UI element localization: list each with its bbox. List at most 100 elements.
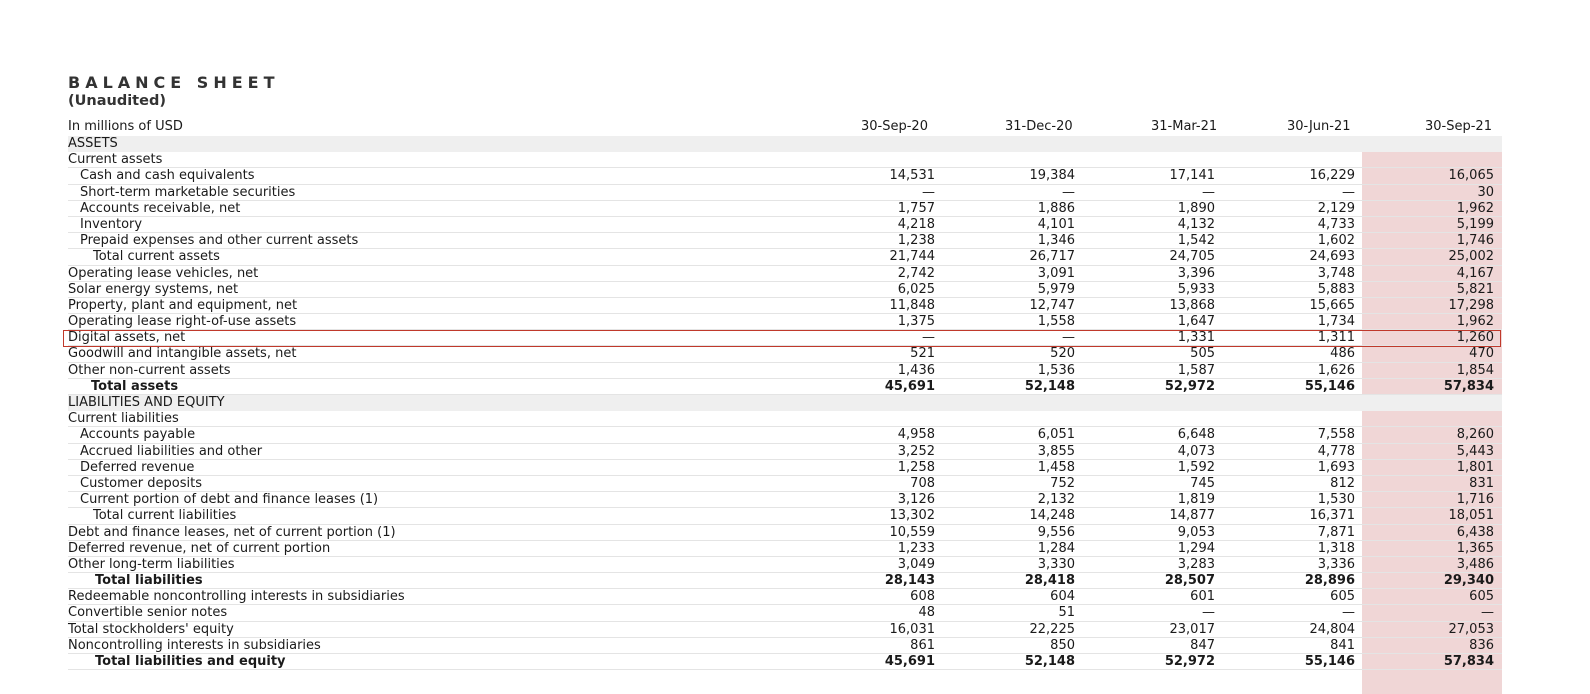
cell-value: 5,979 bbox=[1037, 281, 1075, 297]
table-row: Solar energy systems, net 6,025 5,979 5,933… bbox=[68, 282, 1502, 298]
balance-sheet-table: In millions of USD 30-Sep-20 31-Dec-20 3… bbox=[68, 119, 1502, 671]
cell-value: 21,744 bbox=[889, 249, 936, 265]
row-label: Other non-current assets bbox=[68, 362, 231, 378]
cell-value: 1,436 bbox=[897, 362, 935, 378]
cell-value: 4,073 bbox=[1177, 443, 1215, 459]
cell-value: 28,896 bbox=[1304, 573, 1355, 589]
row-label: Customer deposits bbox=[80, 475, 202, 491]
unit-label: In millions of USD bbox=[68, 119, 183, 134]
cell-value: 3,091 bbox=[1037, 265, 1075, 281]
table-row: Current portion of debt and finance leas… bbox=[68, 492, 1502, 509]
row-label: Current assets bbox=[68, 152, 163, 168]
row-label: Cash and cash equivalents bbox=[80, 168, 255, 184]
cell-value: 14,248 bbox=[1029, 508, 1076, 524]
cell-value: 3,396 bbox=[1177, 265, 1215, 281]
table-row: Other long-term liabilities 3,049 3,330 3,2… bbox=[68, 556, 1502, 574]
cell-value: — bbox=[1481, 605, 1494, 621]
row-label: Debt and finance leases, net of current … bbox=[68, 524, 396, 540]
table-row: Deferred revenue 1,258 1,458 1,592 1,693 1,80… bbox=[68, 460, 1502, 476]
cell-value: 6,051 bbox=[1037, 427, 1075, 443]
row-label: Goodwill and intangible assets, net bbox=[68, 346, 297, 362]
cell-value: 1,284 bbox=[1037, 540, 1075, 556]
cell-value: 17,298 bbox=[1448, 297, 1495, 313]
table-row: Total stockholders' equity 16,031 22,225 23… bbox=[68, 622, 1502, 638]
cell-value: 601 bbox=[1190, 589, 1215, 605]
cell-value: 520 bbox=[1050, 346, 1075, 362]
table-row: Total assets 45,691 52,148 52,972 55,146 57,8… bbox=[68, 379, 1502, 395]
cell-value: 13,868 bbox=[1169, 297, 1216, 313]
cell-value: 6,438 bbox=[1456, 524, 1494, 540]
cell-value: 28,507 bbox=[1164, 573, 1215, 589]
cell-value: 5,443 bbox=[1456, 443, 1494, 459]
cell-value: 836 bbox=[1469, 637, 1494, 653]
cell-value: 3,049 bbox=[897, 556, 935, 572]
cell-value: 605 bbox=[1469, 589, 1494, 605]
cell-value: 7,871 bbox=[1317, 524, 1355, 540]
cell-value: 1,819 bbox=[1177, 492, 1215, 508]
cell-value: 605 bbox=[1330, 589, 1355, 605]
cell-value: 841 bbox=[1330, 637, 1355, 653]
row-label: Accrued liabilities and other bbox=[80, 443, 263, 459]
table-row: Property, plant and equipment, net 11,848… bbox=[68, 297, 1502, 315]
cell-value: 6,648 bbox=[1177, 427, 1215, 443]
row-label: Short-term marketable securities bbox=[80, 184, 296, 200]
cell-value: 4,218 bbox=[897, 216, 935, 232]
row-label: Deferred revenue bbox=[80, 459, 195, 475]
cell-value: 1,962 bbox=[1456, 314, 1494, 330]
table-row: Total liabilities and equity 45,691 52,148… bbox=[68, 654, 1502, 671]
row-label: Inventory bbox=[80, 216, 143, 232]
cell-value: 57,834 bbox=[1443, 378, 1494, 394]
table-row: Convertible senior notes 48 51 — — — bbox=[68, 605, 1502, 622]
cell-value: 861 bbox=[910, 637, 935, 653]
row-label: Operating lease right-of-use assets bbox=[68, 314, 297, 330]
cell-value: 45,691 bbox=[884, 378, 935, 394]
cell-value: 48 bbox=[918, 605, 935, 621]
cell-value: 708 bbox=[910, 475, 935, 491]
cell-value: 505 bbox=[1190, 346, 1215, 362]
cell-value: 1,238 bbox=[897, 233, 935, 249]
cell-value: — bbox=[1342, 605, 1355, 621]
row-label: Total assets bbox=[91, 378, 179, 394]
cell-value: 26,717 bbox=[1029, 249, 1076, 265]
row-label: Accounts receivable, net bbox=[80, 200, 241, 216]
cell-value: 4,132 bbox=[1177, 216, 1215, 232]
cell-value: 1,530 bbox=[1317, 492, 1355, 508]
cell-value: 16,371 bbox=[1309, 508, 1356, 524]
cell-value: 9,556 bbox=[1037, 524, 1075, 540]
cell-value: 1,801 bbox=[1456, 459, 1494, 475]
cell-value: 1,542 bbox=[1177, 233, 1215, 249]
row-label: Prepaid expenses and other current asset… bbox=[80, 233, 359, 249]
row-label: Deferred revenue, net of current portion bbox=[68, 540, 331, 556]
cell-value: 55,146 bbox=[1304, 654, 1355, 669]
cell-value: 604 bbox=[1050, 589, 1075, 605]
table-row: Other non-current assets 1,436 1,536 1,587 1… bbox=[68, 363, 1502, 379]
table-row: Operating lease right-of-use assets 1,375… bbox=[68, 314, 1502, 331]
cell-value: 24,693 bbox=[1309, 249, 1356, 265]
cell-value: 3,855 bbox=[1037, 443, 1075, 459]
cell-value: 16,031 bbox=[889, 621, 936, 637]
cell-value: 831 bbox=[1469, 475, 1494, 491]
cell-value: 24,705 bbox=[1169, 249, 1216, 265]
cell-value: 3,252 bbox=[897, 443, 935, 459]
cell-value: 1,558 bbox=[1037, 314, 1075, 330]
cell-value: 52,972 bbox=[1164, 654, 1215, 669]
cell-value: 28,143 bbox=[884, 573, 935, 589]
cell-value: 4,778 bbox=[1317, 443, 1355, 459]
cell-value: 15,665 bbox=[1309, 297, 1356, 313]
cell-value: 608 bbox=[910, 589, 935, 605]
cell-value: 1,647 bbox=[1177, 314, 1215, 330]
cell-value: 521 bbox=[910, 346, 935, 362]
column-header: 30-Jun-21 bbox=[1287, 119, 1351, 134]
row-label: LIABILITIES AND EQUITY bbox=[68, 395, 225, 410]
cell-value: 1,746 bbox=[1456, 233, 1494, 249]
cell-value: 9,053 bbox=[1177, 524, 1215, 540]
table-header: In millions of USD 30-Sep-20 31-Dec-20 3… bbox=[68, 119, 1502, 136]
cell-value: 1,886 bbox=[1037, 200, 1075, 216]
cell-value: 30 bbox=[1477, 184, 1494, 200]
cell-value: 2,742 bbox=[897, 265, 935, 281]
cell-value: 11,848 bbox=[889, 297, 936, 313]
cell-value: 2,129 bbox=[1317, 200, 1355, 216]
cell-value: 13,302 bbox=[889, 508, 936, 524]
cell-value: 29,340 bbox=[1443, 573, 1494, 589]
cell-value: — bbox=[1202, 184, 1215, 200]
